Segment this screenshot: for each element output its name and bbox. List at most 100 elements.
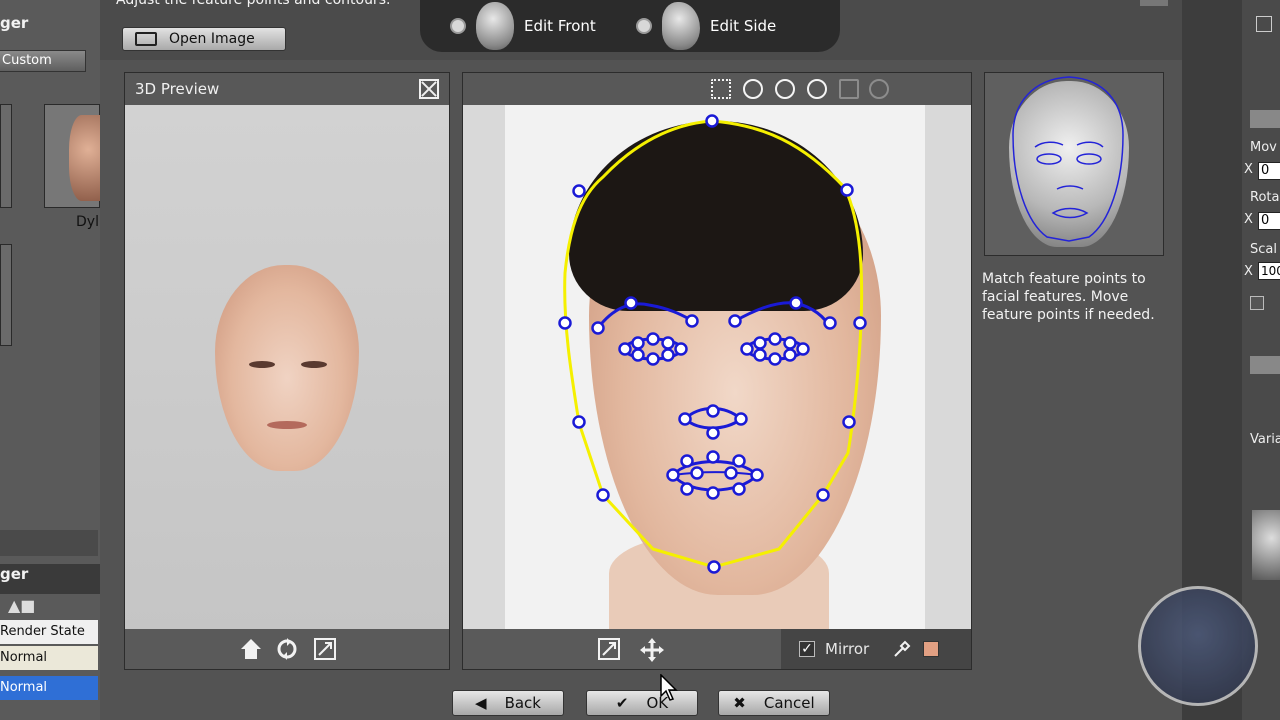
3d-viewport[interactable] <box>125 105 449 631</box>
image-footer: ✓ Mirror <box>463 629 971 669</box>
mirror-checkbox[interactable]: ✓ <box>799 641 815 657</box>
move-x-input[interactable]: 0 <box>1258 162 1280 180</box>
feature-point-handle[interactable] <box>596 488 610 502</box>
feature-point-overlay[interactable] <box>463 73 971 669</box>
back-button[interactable]: ◀ Back <box>452 690 564 716</box>
feature-point-handle[interactable] <box>646 332 660 346</box>
tab-edit-front-label: Edit Front <box>524 17 596 35</box>
feature-point-editor: ✓ Mirror <box>462 72 972 670</box>
scale-label: Scal <box>1250 242 1277 257</box>
fit-view-icon[interactable] <box>313 637 337 661</box>
feature-point-handle[interactable] <box>706 450 720 464</box>
feature-point-handle[interactable] <box>853 316 867 330</box>
feature-point-handle[interactable] <box>842 415 856 429</box>
feature-point-handle[interactable] <box>728 314 742 328</box>
custom-button[interactable]: Custom <box>0 50 86 72</box>
feature-point-handle[interactable] <box>768 332 782 346</box>
feature-point-handle[interactable] <box>706 426 720 440</box>
face-thumbnail-icon[interactable] <box>1252 510 1280 580</box>
variation-label: Varia <box>1250 432 1280 447</box>
thumbnail-card[interactable] <box>44 104 101 208</box>
mirror-label: Mirror <box>825 640 870 658</box>
feature-point-handle[interactable] <box>753 336 767 350</box>
feature-point-handle[interactable] <box>732 482 746 496</box>
home-icon[interactable] <box>239 637 263 661</box>
feature-point-handle[interactable] <box>724 466 738 480</box>
scale-x-input[interactable]: 100 <box>1258 262 1280 280</box>
dialog-close-button[interactable] <box>1140 0 1168 6</box>
feature-point-handle[interactable] <box>624 296 638 310</box>
3d-preview-panel: 3D Preview <box>124 72 450 670</box>
collapse-icon[interactable] <box>1256 16 1272 32</box>
feature-point-handle[interactable] <box>680 454 694 468</box>
rotate-icon[interactable] <box>275 637 299 661</box>
radio-edit-front[interactable] <box>450 18 466 34</box>
open-image-button[interactable]: Open Image <box>122 27 286 51</box>
face-generator-dialog: Adjust the feature points and contours. … <box>100 0 1182 720</box>
eyedropper-icon[interactable] <box>893 640 911 658</box>
feature-point-handle[interactable] <box>618 342 632 356</box>
feature-points[interactable] <box>558 114 867 574</box>
feature-point-handle[interactable] <box>740 342 754 356</box>
tab-edit-side-label: Edit Side <box>710 17 777 35</box>
feature-point-handle[interactable] <box>678 412 692 426</box>
cancel-button[interactable]: ✖ Cancel <box>718 690 830 716</box>
thumbnail-card-partial-2[interactable] <box>0 244 12 346</box>
feature-point-handle[interactable] <box>706 486 720 500</box>
open-image-label: Open Image <box>169 31 255 47</box>
panel-title-bottom: ger <box>0 564 100 594</box>
feature-point-handle[interactable] <box>591 321 605 335</box>
feature-point-handle[interactable] <box>631 348 645 362</box>
feature-point-handle[interactable] <box>732 454 746 468</box>
tool-button-2[interactable] <box>1250 356 1280 374</box>
feature-point-handle[interactable] <box>690 466 704 480</box>
feature-point-handle[interactable] <box>685 314 699 328</box>
3d-head-model[interactable] <box>215 265 359 471</box>
feature-point-handle[interactable] <box>783 336 797 350</box>
render-state-header[interactable]: Render State <box>0 620 98 644</box>
feature-point-handle[interactable] <box>753 348 767 362</box>
panel-title-top: ger <box>0 14 29 32</box>
feature-point-handle[interactable] <box>631 336 645 350</box>
mouse-cursor-icon <box>660 674 678 701</box>
move-icon[interactable] <box>639 637 665 663</box>
feature-point-handle[interactable] <box>734 412 748 426</box>
radio-edit-side[interactable] <box>636 18 652 34</box>
feature-point-handle[interactable] <box>661 348 675 362</box>
tab-edit-side[interactable]: Edit Side <box>636 2 777 50</box>
feature-point-handle[interactable] <box>783 348 797 362</box>
face-contour[interactable] <box>563 119 864 569</box>
feature-point-handle[interactable] <box>572 184 586 198</box>
app-window: ger Custom Dyl ger ▲■ Render State Norma… <box>0 0 1280 720</box>
feature-point-handle[interactable] <box>707 560 721 574</box>
feature-point-handle[interactable] <box>706 404 720 418</box>
feature-point-handle[interactable] <box>661 336 675 350</box>
feature-point-handle[interactable] <box>796 342 810 356</box>
rotate-x-input[interactable]: 0 <box>1258 212 1280 230</box>
feature-point-handle[interactable] <box>768 352 782 366</box>
maximize-icon[interactable] <box>419 79 439 99</box>
skin-color-swatch[interactable] <box>923 641 940 657</box>
feature-point-handle[interactable] <box>680 482 694 496</box>
feature-point-handle[interactable] <box>823 316 837 330</box>
feature-point-handle[interactable] <box>789 296 803 310</box>
feature-point-handle[interactable] <box>666 468 680 482</box>
feature-point-handle[interactable] <box>674 342 688 356</box>
tab-edit-front[interactable]: Edit Front <box>450 2 596 50</box>
feature-point-handle[interactable] <box>750 468 764 482</box>
tool-button[interactable] <box>1250 110 1280 128</box>
feature-point-handle[interactable] <box>705 114 719 128</box>
fit-image-button-icon[interactable] <box>597 637 621 661</box>
thumbnail-card-partial[interactable] <box>0 104 12 208</box>
sort-icon[interactable]: ▲■ <box>8 596 35 616</box>
feature-point-handle[interactable] <box>840 183 854 197</box>
feature-point-handle[interactable] <box>646 352 660 366</box>
instructions-text: Match feature points to facial features.… <box>982 271 1155 323</box>
ok-button[interactable]: ✔ OK <box>586 690 698 716</box>
list-row-normal-selected[interactable]: Normal <box>0 676 98 700</box>
feature-point-handle[interactable] <box>572 415 586 429</box>
feature-point-handle[interactable] <box>816 488 830 502</box>
option-checkbox[interactable] <box>1250 296 1264 310</box>
feature-point-handle[interactable] <box>558 316 572 330</box>
list-row-normal[interactable]: Normal <box>0 646 98 670</box>
